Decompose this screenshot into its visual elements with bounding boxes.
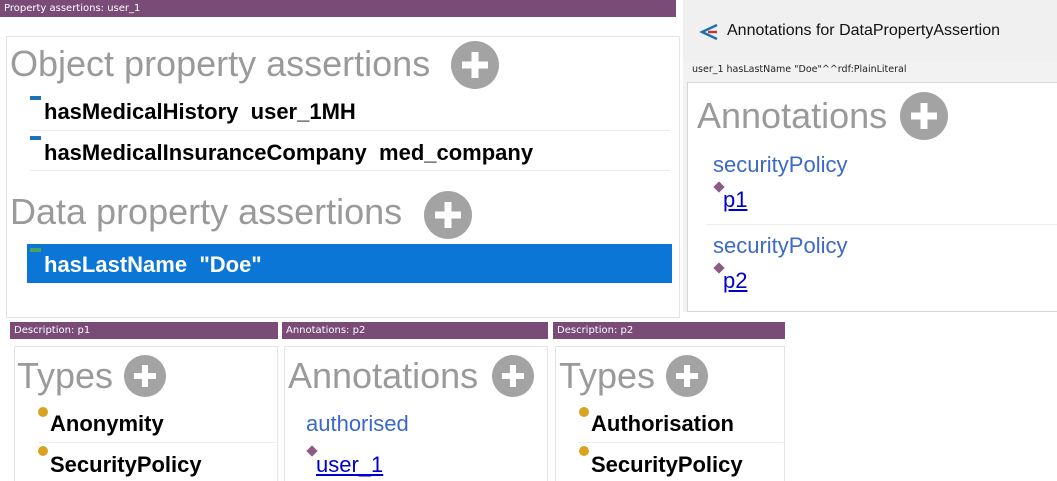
property-name: hasLastName	[44, 252, 188, 277]
class-icon	[579, 446, 589, 456]
annotations-dialog: Annotations for DataPropertyAssertion us…	[683, 0, 1057, 312]
object-assertion-row[interactable]: hasMedicalHistory user_1MH	[44, 98, 356, 126]
panel-header: Description: p1	[10, 322, 278, 339]
add-type-button[interactable]	[124, 355, 166, 397]
row-divider	[30, 170, 670, 171]
row-divider	[38, 442, 276, 443]
protege-logo-icon	[699, 23, 718, 41]
types-title: Types	[17, 352, 113, 400]
property-assertions-panel: Property assertions: user_1 Object prope…	[0, 0, 680, 318]
panel-header: Description: p2	[553, 322, 785, 339]
add-data-property-assertion-button[interactable]	[424, 191, 472, 239]
class-icon	[579, 407, 589, 417]
section-title-text: Types	[17, 355, 114, 396]
property-value: user_1MH	[250, 99, 356, 124]
annotation-property[interactable]: securityPolicy	[713, 152, 847, 178]
class-icon	[38, 407, 48, 417]
annotation-property[interactable]: authorised	[306, 411, 409, 437]
class-icon	[38, 446, 48, 456]
section-title-text: Object property assertions	[10, 43, 431, 84]
property-value: "Doe"	[199, 252, 262, 277]
annotation-property[interactable]: securityPolicy	[713, 233, 847, 259]
row-divider	[579, 442, 783, 443]
description-p2-panel: Description: p2 Types Authorisation Secu…	[553, 322, 785, 481]
add-type-button[interactable]	[666, 355, 708, 397]
add-annotation-button[interactable]	[492, 355, 534, 397]
object-property-icon	[30, 136, 41, 140]
row-divider	[707, 224, 1057, 225]
object-assertion-row[interactable]: hasMedicalInsuranceCompany med_company	[44, 139, 533, 167]
description-p1-panel: Description: p1 Types Anonymity Security…	[10, 322, 278, 481]
types-title: Types	[559, 352, 655, 400]
annotations-p2-panel: Annotations: p2 Annotations authorised u…	[282, 322, 548, 481]
section-title-text: Types	[559, 355, 656, 396]
annotation-value-link[interactable]: user_1	[316, 452, 383, 478]
property-name: hasMedicalHistory	[44, 99, 239, 124]
type-row[interactable]: SecurityPolicy	[50, 452, 202, 478]
annotation-value-link[interactable]: p2	[723, 268, 747, 294]
type-row[interactable]: Authorisation	[591, 411, 734, 437]
section-title-text: Annotations	[697, 95, 888, 136]
add-annotation-button[interactable]	[900, 92, 948, 140]
type-row[interactable]: SecurityPolicy	[591, 452, 743, 478]
annotations-title: Annotations	[697, 92, 887, 140]
panel-header: Annotations: p2	[282, 322, 548, 339]
property-value: med_company	[379, 140, 534, 165]
object-property-assertions-title: Object property assertions	[10, 40, 430, 88]
data-assertion-row[interactable]: hasLastName "Doe"	[44, 251, 262, 279]
panel-header: Property assertions: user_1	[0, 0, 676, 17]
annotation-value-link[interactable]: p1	[723, 187, 747, 213]
section-title-text: Data property assertions	[10, 191, 403, 232]
dialog-title: Annotations for DataPropertyAssertion	[727, 22, 1001, 39]
add-object-property-assertion-button[interactable]	[451, 41, 499, 89]
type-row[interactable]: Anonymity	[50, 411, 164, 437]
annotation-subject: user_1 hasLastName "Doe"^^rdf:PlainLiter…	[692, 64, 907, 75]
annotations-title: Annotations	[288, 352, 478, 400]
data-property-icon	[30, 248, 41, 252]
object-property-icon	[30, 96, 41, 100]
section-title-text: Annotations	[288, 355, 479, 396]
row-divider	[30, 130, 670, 131]
property-name: hasMedicalInsuranceCompany	[44, 140, 367, 165]
data-property-assertions-title: Data property assertions	[10, 188, 402, 236]
